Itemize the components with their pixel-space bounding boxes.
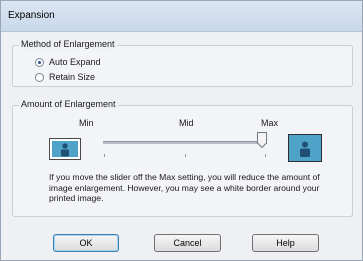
ok-button[interactable]: OK [53,234,119,252]
slider-track[interactable] [103,141,267,144]
scale-mid-label: Mid [179,118,194,128]
radio-retain-size[interactable]: Retain Size [35,71,95,83]
slider-tick-min [104,154,105,157]
person-silhouette-icon [61,143,69,157]
scale-max-label: Max [261,118,279,128]
method-group-legend: Method of Enlargement [19,39,117,49]
radio-retain-size-label: Retain Size [49,72,96,82]
slider-tick-mid [185,154,186,157]
slider-note-text: If you move the slider off the Max setti… [49,172,320,203]
bordered-image-icon [49,138,81,160]
borderless-image-icon [288,134,322,162]
slider-thumb-icon[interactable] [257,132,267,148]
title-bar: Expansion [1,1,362,32]
scale-min-label: Min [79,118,94,128]
radio-auto-expand-label: Auto Expand [49,57,101,67]
radio-auto-expand-indicator[interactable] [35,57,44,67]
slider-tick-max [265,154,266,157]
expansion-dialog: Expansion Method of Enlargement Auto Exp… [0,0,363,261]
window-title: Expansion [8,10,55,21]
cancel-button[interactable]: Cancel [154,234,221,252]
radio-auto-expand[interactable]: Auto Expand [35,56,101,68]
radio-retain-size-indicator[interactable] [35,72,44,82]
help-button[interactable]: Help [252,234,319,252]
amount-group-legend: Amount of Enlargement [19,99,118,109]
person-silhouette-icon [300,141,310,157]
